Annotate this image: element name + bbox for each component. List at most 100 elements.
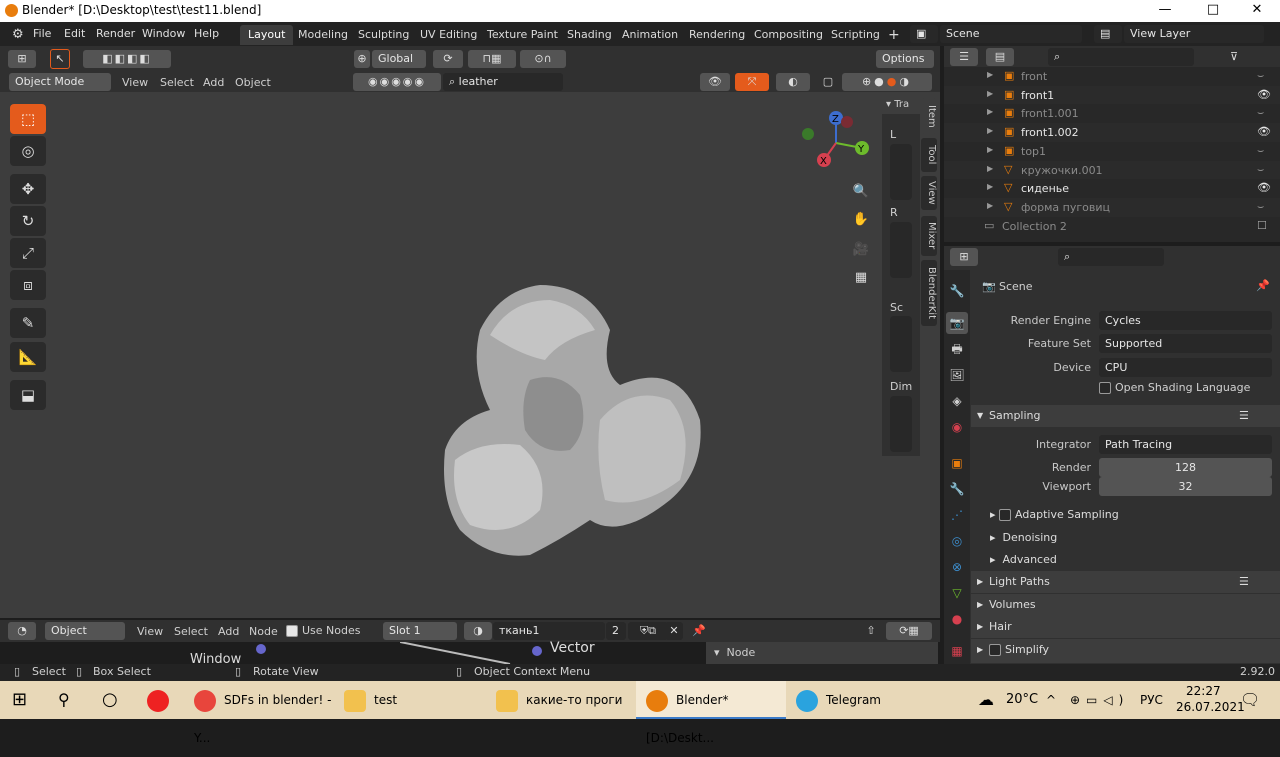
outliner-row[interactable]: ▶ ▣ front1.001 ⌣ xyxy=(944,104,1280,124)
scene-field[interactable]: Scene xyxy=(940,25,1082,43)
feature-set-dropdown[interactable]: Supported xyxy=(1099,334,1272,353)
parent-node-icon[interactable]: ⇧ xyxy=(862,622,880,640)
tab-compositing[interactable]: Compositing xyxy=(746,25,831,45)
tab-item[interactable]: Item xyxy=(921,98,937,134)
device-dropdown[interactable]: CPU xyxy=(1099,358,1272,377)
add-workspace-icon[interactable]: + xyxy=(880,25,908,45)
eye-closed-icon[interactable]: ⌣ xyxy=(1257,144,1264,158)
eye-closed-icon[interactable]: ⌣ xyxy=(1257,200,1264,214)
taskbar-item-telegram[interactable]: Telegram xyxy=(796,681,936,719)
slot-dropdown[interactable]: Slot 1 xyxy=(383,622,457,640)
snap-icon[interactable]: ⊓▦ xyxy=(468,50,516,68)
adaptive-sampling-checkbox[interactable] xyxy=(999,509,1012,521)
3d-viewport[interactable]: ⬚ ◎ ✥ ↻ ⤢ ⧈ ✎ 📐 ⬓ Z Y X 🔍 ✋ 🎥 ▦ ▾ Tra L … xyxy=(0,92,940,618)
outliner-row[interactable]: ▶ ▣ front ⌣ xyxy=(944,67,1280,86)
render-samples-field[interactable]: 128 xyxy=(1099,458,1272,477)
yandex-browser-icon[interactable] xyxy=(147,681,177,719)
selection-mode-icons[interactable]: ◧◧◧◧ xyxy=(83,50,171,68)
blenderkit-icons[interactable]: ◉◉◉◉◉ xyxy=(353,73,441,91)
display-mode-icon[interactable]: ▤ xyxy=(986,48,1014,66)
data-tab-icon[interactable]: ▽ xyxy=(946,582,968,604)
tab-blenderkit[interactable]: BlenderKit xyxy=(921,260,937,326)
viewport-menu-object[interactable]: Object xyxy=(235,76,271,89)
eye-closed-icon[interactable]: ⌣ xyxy=(1257,106,1264,120)
menu-edit[interactable]: Edit xyxy=(64,27,85,40)
tab-mixer[interactable]: Mixer xyxy=(921,216,937,256)
weather-icon[interactable]: ☁ xyxy=(978,681,994,719)
denoising-subpanel[interactable]: ▸ Denoising xyxy=(990,531,1057,544)
material-users-count[interactable]: 2 xyxy=(606,622,626,640)
particles-tab-icon[interactable]: ⋰ xyxy=(946,504,968,526)
sampling-panel-header[interactable]: ▼ Sampling ☰ xyxy=(971,405,1280,427)
node-pin-icon[interactable]: 📌 xyxy=(690,622,708,640)
node-menu-add[interactable]: Add xyxy=(218,625,239,638)
fake-user-icon[interactable]: ⛨⧉ xyxy=(628,622,668,640)
simplify-checkbox[interactable] xyxy=(989,644,1001,656)
tab-texture-paint[interactable]: Texture Paint xyxy=(479,25,566,45)
material-name-field[interactable]: ткань1 xyxy=(493,622,605,640)
gizmo-toggle-icon[interactable]: ⤧ xyxy=(735,73,769,91)
annotate-tool[interactable]: ✎ xyxy=(10,308,46,338)
eye-open-icon[interactable]: 👁 xyxy=(1257,88,1271,101)
tray-chevron-icon[interactable]: ^ xyxy=(1046,681,1056,719)
zoom-icon[interactable]: 🔍 xyxy=(849,180,873,204)
outliner-search-input[interactable]: ⌕ xyxy=(1048,48,1194,66)
taskbar-item-programs-folder[interactable]: какие-то проги xyxy=(496,681,632,719)
outliner-row[interactable]: ▶ ▣ top1 ⌣ xyxy=(944,141,1280,161)
tab-rendering[interactable]: Rendering xyxy=(681,25,753,45)
shading-mode-icons[interactable]: ⊕●●◑ xyxy=(842,73,932,91)
eye-open-icon[interactable]: 👁 xyxy=(1257,125,1271,138)
transform-tool[interactable]: ⧈ xyxy=(10,270,46,300)
tab-layout[interactable]: Layout xyxy=(240,25,294,45)
material-tab-icon[interactable]: ● xyxy=(946,608,968,630)
view-layer-field[interactable]: View Layer xyxy=(1124,25,1264,43)
tab-animation[interactable]: Animation xyxy=(614,25,686,45)
properties-search-input[interactable]: ⌕ xyxy=(1058,248,1164,266)
simplify-panel-header[interactable]: ▶ Simplify xyxy=(971,639,1280,663)
outliner-row[interactable]: ▭ Collection 2 ☐ xyxy=(944,216,1280,236)
cursor-tool[interactable]: ◎ xyxy=(10,136,46,166)
tab-sculpting[interactable]: Sculpting xyxy=(350,25,417,45)
osl-checkbox-box[interactable] xyxy=(1099,382,1111,394)
scale-fields[interactable] xyxy=(890,316,912,372)
task-view-icon[interactable]: ○ xyxy=(102,681,118,719)
snap-node-icon[interactable]: ⟳▦ xyxy=(886,622,932,640)
expand-arrow-icon[interactable]: ▶ xyxy=(987,70,993,79)
pivot-point-icon[interactable]: ⟳ xyxy=(433,50,463,68)
visibility-icon[interactable]: 👁 xyxy=(700,73,730,91)
options-dropdown[interactable]: Options xyxy=(876,50,934,68)
tab-scripting[interactable]: Scripting xyxy=(823,25,888,45)
exclude-checkbox-icon[interactable]: ☐ xyxy=(1257,219,1267,232)
menu-window[interactable]: Window xyxy=(142,27,185,40)
material-browse-icon[interactable]: ◑ xyxy=(464,622,492,640)
scene-tab-icon[interactable]: ◈ xyxy=(946,390,968,412)
navigation-gizmo[interactable]: Z Y X xyxy=(800,108,880,178)
viewport-samples-field[interactable]: 32 xyxy=(1099,477,1272,496)
render-engine-dropdown[interactable]: Cycles xyxy=(1099,311,1272,330)
advanced-subpanel[interactable]: ▸ Advanced xyxy=(990,553,1057,566)
tab-view[interactable]: View xyxy=(921,176,937,210)
transform-header[interactable]: ▾ Tra xyxy=(882,96,920,114)
close-button[interactable]: ✕ xyxy=(1234,0,1280,22)
use-nodes-checkbox[interactable] xyxy=(286,625,298,637)
outliner-row[interactable]: ▶ ▽ сиденье 👁 xyxy=(944,179,1280,199)
node-socket-icon[interactable] xyxy=(256,644,266,654)
physics-tab-icon[interactable]: ◎ xyxy=(946,530,968,552)
viewport-menu-select[interactable]: Select xyxy=(160,76,194,89)
outliner-row[interactable]: ▶ ▽ кружочки.001 ⌣ xyxy=(944,160,1280,180)
viewport-menu-view[interactable]: View xyxy=(122,76,148,89)
proportional-edit-icon[interactable]: ⊙∩ xyxy=(520,50,566,68)
viewport-menu-add[interactable]: Add xyxy=(203,76,224,89)
move-tool[interactable]: ✥ xyxy=(10,174,46,204)
menu-file[interactable]: File xyxy=(33,27,51,40)
mode-dropdown[interactable]: Object Mode xyxy=(9,73,111,91)
camera-icon[interactable]: 🎥 xyxy=(849,238,873,262)
menu-render[interactable]: Render xyxy=(96,27,135,40)
add-cube-tool[interactable]: ⬓ xyxy=(10,380,46,410)
xray-icon[interactable]: ▢ xyxy=(820,73,836,91)
tab-uv-editing[interactable]: UV Editing xyxy=(412,25,485,45)
node-editor-type-icon[interactable]: ◔ xyxy=(8,622,36,640)
tray-icons[interactable]: ⊕▭◁) xyxy=(1070,681,1129,719)
tab-modeling[interactable]: Modeling xyxy=(290,25,356,45)
expand-arrow-icon[interactable]: ▶ xyxy=(987,145,993,154)
